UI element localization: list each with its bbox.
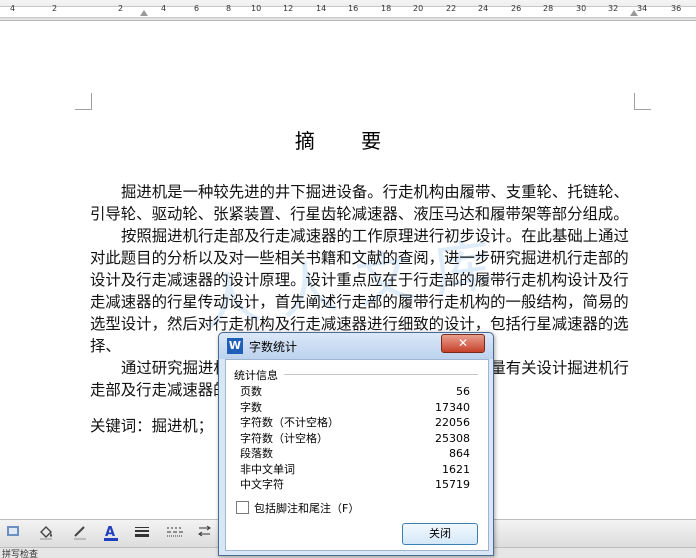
ruler-tick: 22 [446,4,457,13]
margin-corner-top-right [634,93,651,110]
ruler-tick: 34 [637,4,648,13]
stat-row: 页数 56 [240,384,470,400]
font-color-icon[interactable]: A [100,524,124,542]
stat-value: 864 [449,447,470,460]
stat-row: 段落数 864 [240,446,470,462]
indent-marker-right[interactable] [630,10,638,16]
word-count-dialog: W 字数统计 ✕ 统计信息 页数 56 字数 17340 字符数（不计空格） 2… [218,332,494,556]
stat-label: 字数 [240,400,262,414]
app-logo-icon: W [227,338,243,354]
include-footnotes-label[interactable]: 包括脚注和尾注（F） [254,500,359,516]
stat-row: 字符数（计空格） 25308 [240,431,470,447]
svg-text:A: A [105,525,115,540]
close-button[interactable]: 关闭 [402,523,478,545]
paragraph: 掘进机是一种较先进的井下掘进设备。行走机构由履带、支重轮、托链轮、引导轮、驱动轮… [90,183,629,223]
ruler-tick: 36 [671,4,682,13]
margin-corner-top-left [75,93,92,110]
ruler-tick: 4 [10,4,16,13]
stat-row: 字符数（不计空格） 22056 [240,415,470,431]
stat-value: 25308 [435,431,470,445]
stat-value: 17340 [435,400,470,414]
ruler-tick: 12 [283,4,294,13]
stat-value: 1621 [442,462,470,476]
line-style-icon[interactable] [132,524,152,542]
close-icon[interactable]: ✕ [441,334,485,353]
include-footnotes-checkbox[interactable] [236,501,249,514]
ruler-tick: 14 [316,4,327,13]
ruler-tick: 26 [511,4,522,13]
ruler-tick: 32 [608,4,619,13]
document-title: 摘 要 [294,129,402,153]
ruler-tick: 20 [413,4,424,13]
stat-label: 中文字符 [240,478,284,491]
stat-row: 字数 17340 [240,400,470,416]
ruler-tick: 2 [118,4,124,13]
ruler-tick: 6 [194,4,200,13]
stat-row: 非中文单词 1621 [240,462,470,478]
stat-label: 字符数（不计空格） [240,416,339,429]
ruler-tick: 18 [381,4,392,13]
ruler-tick: 8 [226,4,232,13]
horizontal-ruler[interactable]: 4 2 2 4 6 8 10 12 14 16 18 20 22 24 26 2… [0,0,696,21]
toolbar-grip-icon [4,524,22,542]
line-color-icon[interactable] [70,524,94,542]
group-divider [284,374,478,375]
stat-label: 段落数 [240,447,273,460]
stat-value: 56 [456,385,470,398]
stat-value: 22056 [435,416,470,429]
stat-value: 15719 [435,478,470,491]
dash-style-icon[interactable] [164,524,186,542]
indent-marker-left[interactable] [140,10,148,16]
fill-color-icon[interactable] [36,524,60,542]
dialog-title: 字数统计 [249,340,298,354]
ruler-tick: 30 [576,4,587,13]
stat-label: 非中文单词 [240,462,295,476]
ruler-tick: 4 [161,4,167,13]
arrow-style-icon[interactable] [196,524,214,542]
ruler-tick: 28 [543,4,554,13]
spellcheck-status[interactable]: 拼写检查 [2,548,38,558]
dialog-titlebar[interactable]: W 字数统计 ✕ [219,333,493,359]
ruler-tick: 10 [251,4,262,13]
stat-label: 字符数（计空格） [240,431,328,445]
stat-row: 中文字符 15719 [240,477,470,493]
dialog-body: 统计信息 页数 56 字数 17340 字符数（不计空格） 22056 字符数（… [225,359,489,551]
ruler-tick: 2 [52,4,58,13]
stat-label: 页数 [240,385,262,398]
ruler-tick: 24 [478,4,489,13]
stats-group-label: 统计信息 [234,369,278,382]
ruler-tick: 16 [348,4,359,13]
stats-list: 页数 56 字数 17340 字符数（不计空格） 22056 字符数（计空格） … [240,384,470,493]
